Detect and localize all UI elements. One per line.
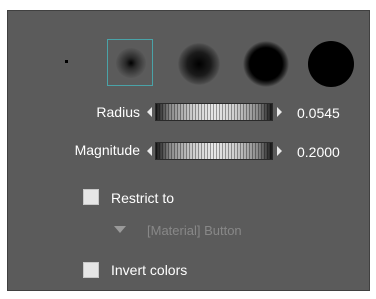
magnitude-decrease-arrow-icon[interactable] — [147, 146, 152, 156]
magnitude-increase-arrow-icon[interactable] — [277, 146, 282, 156]
dropdown-arrow-icon — [114, 226, 126, 233]
radius-slider-track[interactable] — [155, 103, 273, 121]
material-dropdown: [Material] Button — [147, 223, 242, 238]
radius-value: 0.0545 — [297, 105, 340, 121]
brush-point-icon[interactable] — [65, 60, 68, 63]
radius-slider[interactable] — [147, 103, 287, 121]
brush-settings-panel: Radius 0.0545 Magnitude 0.2000 Restrict … — [7, 10, 370, 291]
magnitude-slider-track[interactable] — [155, 142, 273, 160]
brush-soft-large-icon[interactable] — [243, 41, 289, 87]
magnitude-value: 0.2000 — [297, 144, 340, 160]
radius-decrease-arrow-icon[interactable] — [147, 107, 152, 117]
restrict-label: Restrict to — [111, 190, 175, 206]
magnitude-label: Magnitude — [74, 142, 140, 158]
radius-label: Radius — [96, 104, 140, 120]
radius-increase-arrow-icon[interactable] — [277, 107, 282, 117]
brush-soft-small-icon[interactable] — [116, 48, 146, 78]
invert-label: Invert colors — [111, 262, 188, 278]
brush-soft-medium-icon[interactable] — [178, 43, 220, 85]
magnitude-slider[interactable] — [147, 142, 287, 160]
brush-hard-large-icon[interactable] — [308, 41, 354, 87]
invert-checkbox[interactable] — [83, 262, 99, 278]
restrict-checkbox[interactable] — [83, 189, 99, 205]
